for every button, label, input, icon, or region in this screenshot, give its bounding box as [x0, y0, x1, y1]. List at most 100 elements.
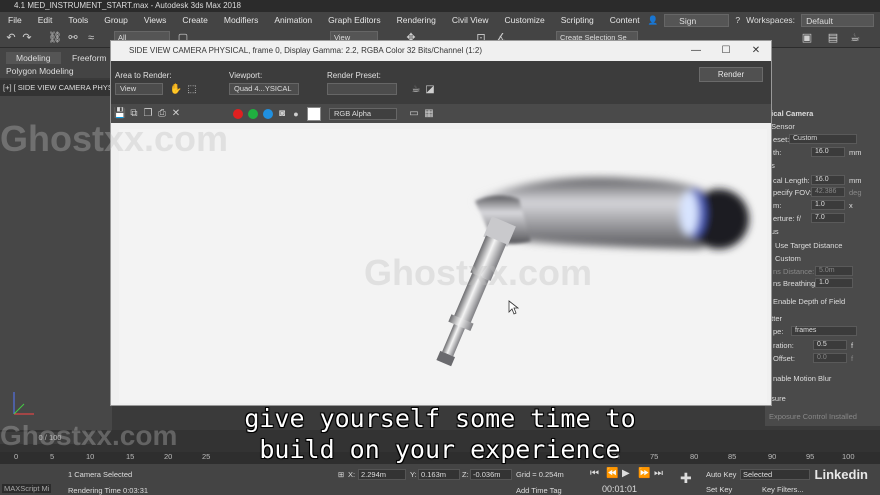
next-frame-icon[interactable]: ⏩: [638, 468, 650, 479]
rendered-frame-window-icon[interactable]: ▤: [826, 31, 840, 45]
toggle-ui-icon[interactable]: ▭: [407, 107, 421, 121]
workspaces-dropdown[interactable]: Default: [801, 13, 874, 27]
render-setup-icon-dlg[interactable]: ☕: [409, 83, 423, 97]
user-icon: 👤: [647, 14, 659, 25]
blue-channel-toggle[interactable]: [263, 109, 273, 119]
menu-graph-editors[interactable]: Graph Editors: [320, 15, 388, 25]
selection-status: 1 Camera Selected: [68, 470, 133, 479]
red-channel-toggle[interactable]: [233, 109, 243, 119]
maxscript-listener[interactable]: MAXScript Mi: [2, 484, 52, 493]
focal-length-input[interactable]: 16.0: [811, 175, 845, 185]
set-key-button[interactable]: Set Key: [706, 485, 732, 494]
link-icon[interactable]: ⛓: [48, 31, 62, 45]
auto-region-icon[interactable]: ⬚: [185, 83, 199, 97]
menu-group[interactable]: Group: [96, 15, 136, 25]
add-time-tag[interactable]: Add Time Tag: [516, 486, 562, 495]
specify-fov-label[interactable]: pecify FOV:: [773, 188, 812, 197]
subtab-polygon-modeling[interactable]: Polygon Modeling: [6, 66, 74, 76]
enable-dof-checkbox[interactable]: Enable Depth of Field: [773, 297, 845, 306]
area-to-render-dropdown[interactable]: View: [115, 83, 163, 95]
linkedin-logo: Linkedin: [814, 467, 868, 482]
use-target-distance-radio[interactable]: Use Target Distance: [775, 241, 842, 250]
y-coordinate[interactable]: 0.163m: [418, 469, 460, 480]
menu-tools[interactable]: Tools: [60, 15, 96, 25]
status-bar: MAXScript Mi 1 Camera Selected Rendering…: [0, 464, 880, 495]
goto-start-icon[interactable]: ⏮: [590, 468, 599, 479]
goto-end-icon[interactable]: ⏭: [654, 468, 663, 479]
menu-file[interactable]: File: [0, 15, 30, 25]
toggle-overlay-icon[interactable]: ▦: [422, 107, 436, 121]
menu-civil-view[interactable]: Civil View: [444, 15, 497, 25]
custom-radio[interactable]: Custom: [775, 254, 801, 263]
viewport-label-dlg: Viewport:: [229, 71, 263, 80]
display-channel-dropdown[interactable]: RGB Alpha: [329, 108, 397, 120]
menu-views[interactable]: Views: [136, 15, 175, 25]
zoom-label: m:: [773, 201, 782, 210]
render-window-title: SIDE VIEW CAMERA PHYSICAL, frame 0, Disp…: [129, 46, 483, 55]
duration-input[interactable]: 0.5: [813, 340, 847, 350]
unlink-icon[interactable]: ⚯: [66, 31, 80, 45]
current-timecode[interactable]: 00:01:01: [602, 484, 637, 494]
z-label: Z:: [462, 470, 469, 479]
viewport-dropdown[interactable]: Quad 4...YSICAL: [229, 83, 299, 95]
menu-rendering[interactable]: Rendering: [389, 15, 444, 25]
menu-customize[interactable]: Customize: [497, 15, 553, 25]
shutter-type-label: pe:: [773, 327, 784, 336]
sign-in-button[interactable]: Sign In: [664, 13, 730, 38]
monochrome-icon[interactable]: ●: [289, 107, 303, 121]
x-coordinate[interactable]: 2.294m: [358, 469, 406, 480]
ribbon: Modeling Freeform Polygon Modeling: [0, 48, 110, 78]
render-preset-label: Render Preset:: [327, 71, 381, 80]
menu-animation[interactable]: Animation: [266, 15, 320, 25]
green-channel-toggle[interactable]: [248, 109, 258, 119]
z-coordinate[interactable]: -0.036m: [470, 469, 512, 480]
lens-breathing-input[interactable]: 1.0: [815, 278, 853, 288]
render-button[interactable]: Render: [699, 67, 763, 82]
aperture-input[interactable]: 7.0: [811, 213, 845, 223]
environment-icon[interactable]: ◪: [423, 83, 437, 97]
render-setup-icon[interactable]: ▣: [800, 31, 814, 45]
alpha-channel-icon[interactable]: ◙: [275, 107, 289, 121]
menu-create[interactable]: Create: [174, 15, 216, 25]
render-window-title-bar: SIDE VIEW CAMERA PHYSICAL, frame 0, Disp…: [111, 41, 771, 61]
bind-space-warp-icon[interactable]: ≈: [84, 31, 98, 45]
swatch-icon[interactable]: [307, 107, 321, 121]
play-icon[interactable]: ▶: [622, 468, 630, 479]
area-to-render-label: Area to Render:: [115, 71, 172, 80]
edit-region-icon[interactable]: ✋: [169, 83, 183, 97]
prev-frame-icon[interactable]: ⏪: [606, 468, 618, 479]
tab-modeling[interactable]: Modeling: [6, 52, 61, 64]
auto-key-button[interactable]: Auto Key: [706, 470, 736, 479]
menu-scripting[interactable]: Scripting: [553, 15, 602, 25]
minimize-icon[interactable]: —: [681, 41, 711, 61]
app-title-bar: 4.1 MED_INSTRUMENT_START.max - Autodesk …: [0, 0, 880, 12]
render-preset-dropdown[interactable]: [327, 83, 397, 95]
film-width-input[interactable]: 16.0: [811, 147, 845, 157]
maximize-icon[interactable]: ☐: [711, 41, 741, 61]
offset-input: 0.0: [813, 353, 847, 363]
key-selection-dropdown[interactable]: Selected: [740, 469, 810, 480]
close-icon[interactable]: ✕: [741, 41, 771, 61]
viewport-label[interactable]: [+] [ SIDE VIEW CAMERA PHYSICAL: [0, 80, 112, 96]
menu-edit[interactable]: Edit: [30, 15, 61, 25]
sensor-preset-dropdown[interactable]: Custom: [789, 134, 857, 144]
command-panel: sical Camera / Sensor eset: Custom th: 1…: [765, 48, 880, 426]
fov-input: 42.386: [811, 187, 845, 197]
render-production-icon[interactable]: ☕: [848, 31, 862, 45]
absolute-mode-icon[interactable]: ⊞: [338, 470, 344, 479]
tab-freeform[interactable]: Freeform: [72, 53, 106, 63]
subtitle-line-1: give yourself some time to: [244, 404, 636, 433]
zoom-input[interactable]: 1.0: [811, 200, 845, 210]
key-mode-icon[interactable]: ✚: [680, 470, 692, 487]
menu-modifiers[interactable]: Modifiers: [216, 15, 266, 25]
x-label: X:: [348, 470, 356, 479]
undo-icon[interactable]: ↶: [4, 31, 18, 45]
menu-content[interactable]: Content: [602, 15, 648, 25]
shutter-type-dropdown[interactable]: frames: [791, 326, 857, 336]
key-filters-button[interactable]: Key Filters...: [762, 485, 804, 494]
grid-size: Grid = 0.254m: [516, 470, 564, 479]
help-icon[interactable]: ?: [735, 15, 740, 25]
app-title: 4.1 MED_INSTRUMENT_START.max - Autodesk …: [14, 1, 241, 10]
enable-motion-blur-checkbox[interactable]: nable Motion Blur: [773, 374, 831, 383]
redo-icon[interactable]: ↷: [20, 31, 34, 45]
